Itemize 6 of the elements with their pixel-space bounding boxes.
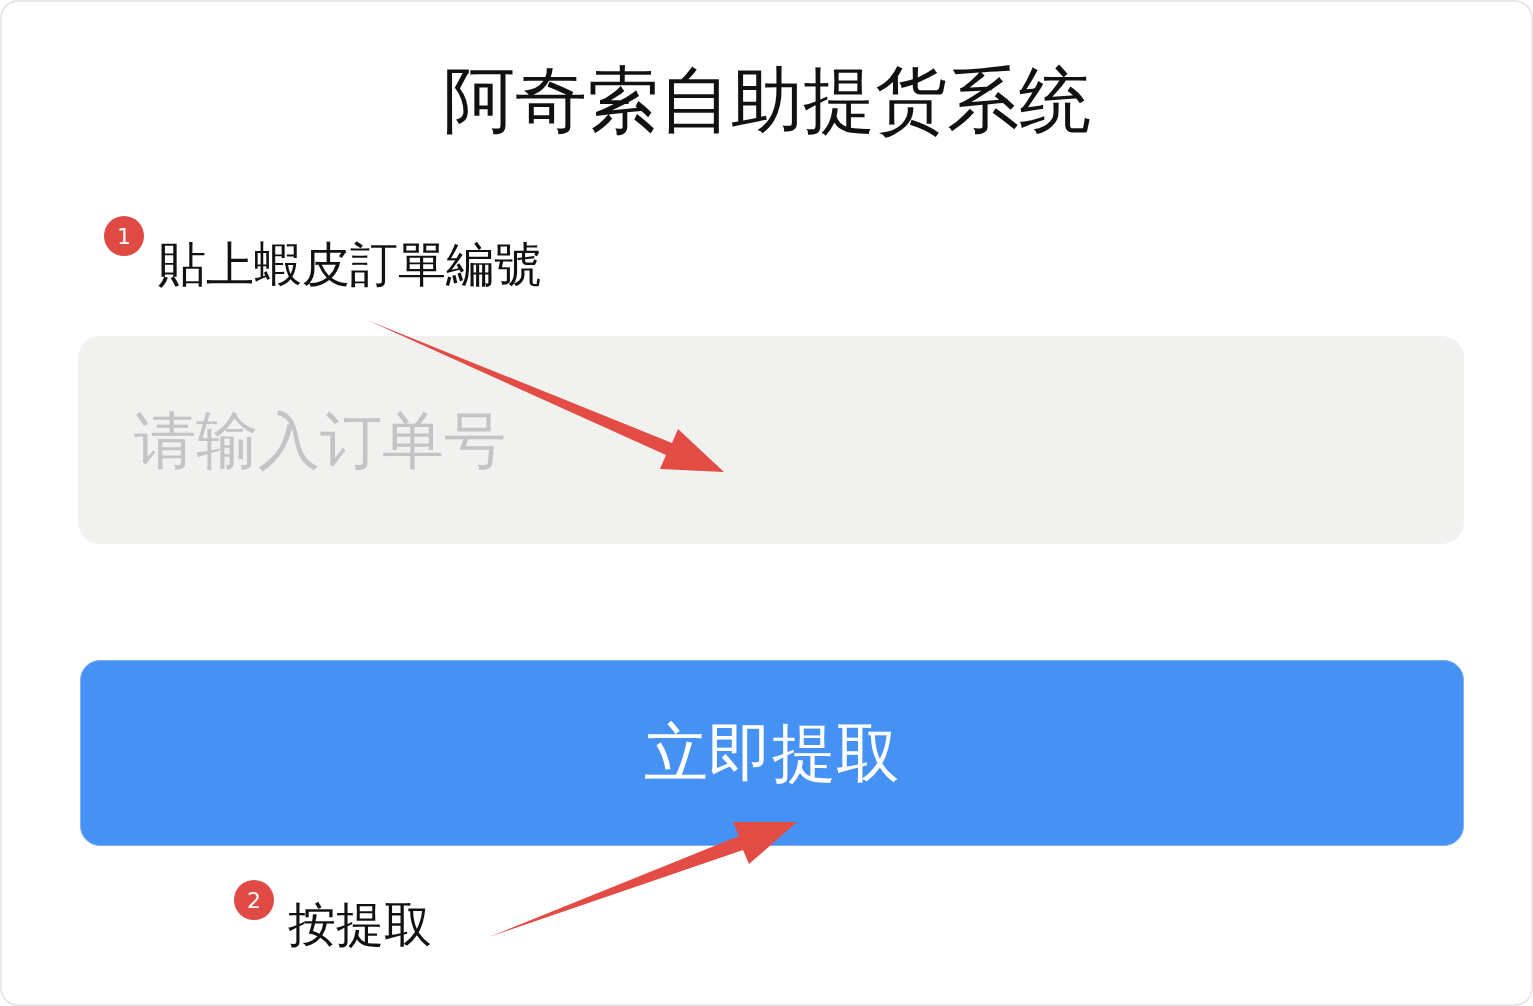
submit-button[interactable]: 立即提取 [80,660,1464,846]
step-label: 貼上蝦皮訂單編號 [158,240,542,288]
step-number-badge: 1 [104,216,144,256]
step-label: 按提取 [288,900,432,948]
page-title: 阿奇索自助提货系统 [441,64,1092,136]
step-number-badge: 2 [234,880,274,920]
